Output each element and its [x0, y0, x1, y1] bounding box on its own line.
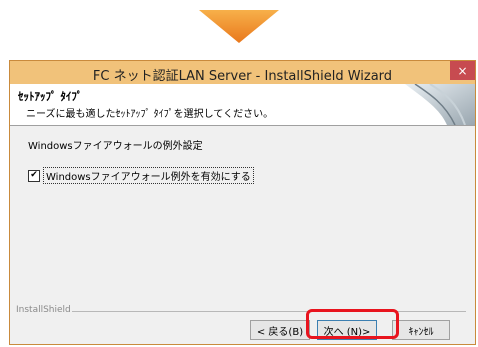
- installshield-wizard-window: FC ネット認証LAN Server - InstallShield Wizar…: [9, 60, 476, 345]
- window-title: FC ネット認証LAN Server - InstallShield Wizar…: [92, 69, 393, 84]
- close-button[interactable]: ×: [450, 61, 475, 80]
- firewall-exception-label[interactable]: Windowsファイアウォール例外を有効にする: [43, 167, 254, 184]
- checkmark-icon: ✔: [30, 170, 38, 180]
- installshield-brand: InstallShield: [16, 305, 71, 315]
- step-arrow-icon: [199, 10, 279, 43]
- section-label: Windowsファイアウォールの例外設定: [28, 141, 203, 152]
- title-bar[interactable]: FC ネット認証LAN Server - InstallShield Wizar…: [10, 61, 475, 84]
- computer-graphic-icon: [405, 84, 475, 125]
- firewall-exception-option[interactable]: ✔ Windowsファイアウォール例外を有効にする: [28, 167, 254, 184]
- header-subtitle: ニーズに最も適したｾｯﾄｱｯﾌﾟ ﾀｲﾌﾟを選択してください。: [26, 109, 274, 120]
- header-title: ｾｯﾄｱｯﾌﾟ ﾀｲﾌﾟ: [18, 90, 83, 103]
- cancel-button[interactable]: ｷｬﾝｾﾙ: [392, 320, 450, 340]
- content-area: Windowsファイアウォールの例外設定 ✔ Windowsファイアウォール例外…: [10, 126, 475, 302]
- close-icon: ×: [457, 63, 468, 78]
- header-panel: ｾｯﾄｱｯﾌﾟ ﾀｲﾌﾟ ニーズに最も適したｾｯﾄｱｯﾌﾟ ﾀｲﾌﾟを選択してく…: [10, 84, 475, 126]
- next-button-highlight: [306, 309, 399, 339]
- firewall-exception-checkbox[interactable]: ✔: [28, 169, 40, 182]
- footer-divider: [72, 311, 466, 312]
- back-button[interactable]: < 戻る(B): [250, 320, 310, 340]
